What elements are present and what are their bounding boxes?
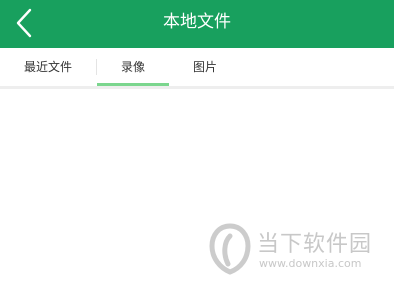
- watermark-brand-name: 当下软件园: [257, 232, 373, 257]
- app-header: 本地文件: [0, 0, 394, 48]
- watermark-logo: [209, 223, 251, 275]
- tab-video[interactable]: 录像: [97, 48, 169, 86]
- page-title: 本地文件: [163, 12, 231, 32]
- app-window: 本地文件 最近文件 录像 图片 当下软件园 www.downxia.com: [0, 0, 394, 292]
- watermark: 当下软件园 www.downxia.com: [207, 222, 387, 278]
- watermark-url: www.downxia.com: [259, 257, 362, 270]
- tab-recent-files[interactable]: 最近文件: [0, 48, 96, 86]
- tab-bar: 最近文件 录像 图片: [0, 48, 394, 86]
- tab-images[interactable]: 图片: [169, 48, 241, 86]
